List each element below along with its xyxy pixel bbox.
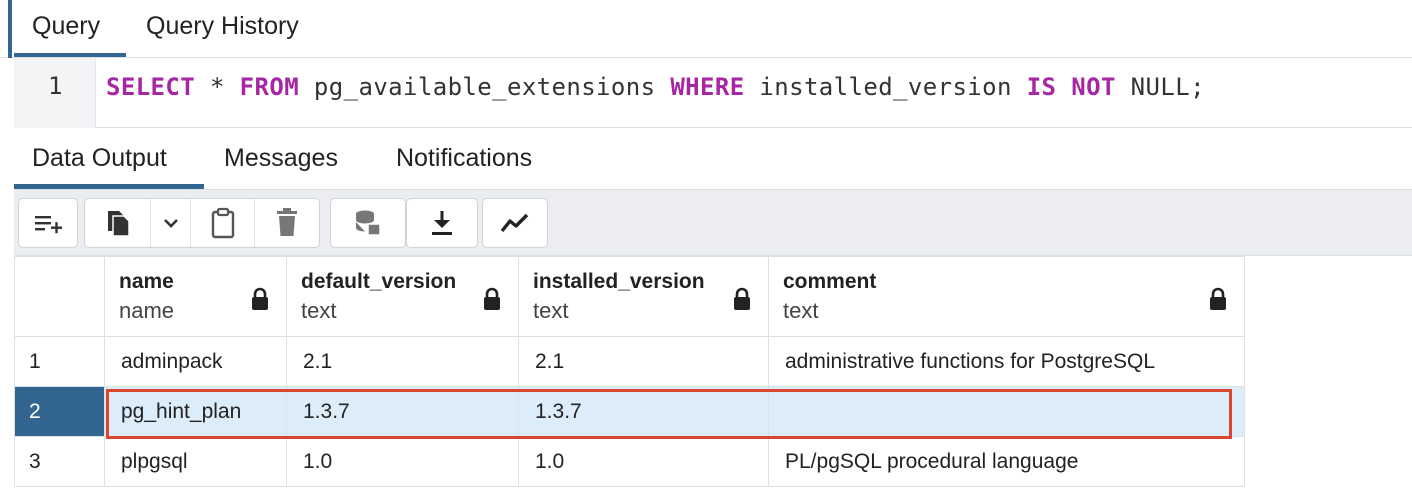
keyword-not: NOT	[1071, 73, 1116, 101]
column-header-name[interactable]: name name	[104, 256, 287, 337]
copy-options-dropdown[interactable]	[151, 199, 191, 247]
row-number-header[interactable]	[14, 256, 105, 337]
table-row[interactable]: 3 plpgsql 1.0 1.0 PL/pgSQL procedural la…	[14, 436, 1245, 487]
cell-installed-version[interactable]: 1.3.7	[518, 386, 769, 437]
copy-button[interactable]	[85, 199, 151, 247]
lock-icon	[252, 287, 268, 310]
lock-icon	[1210, 287, 1226, 310]
cell-name[interactable]: pg_hint_plan	[104, 386, 287, 437]
line-number: 1	[48, 72, 63, 100]
data-output-grid: name name default_version text installed…	[14, 256, 1412, 494]
download-icon	[430, 209, 454, 237]
save-data-icon	[353, 209, 383, 237]
lock-icon	[484, 287, 500, 310]
table-row-selected[interactable]: 2 pg_hint_plan 1.3.7 1.3.7	[14, 386, 1245, 437]
cell-default-version[interactable]: 1.3.7	[286, 386, 519, 437]
column-header-default-version[interactable]: default_version text	[286, 256, 519, 337]
code-star: *	[195, 73, 240, 101]
cell-name[interactable]: plpgsql	[104, 436, 287, 487]
column-type: text	[783, 297, 819, 323]
cell-comment[interactable]	[768, 386, 1245, 437]
keyword-is: IS	[1026, 73, 1057, 101]
cell-default-version[interactable]: 2.1	[286, 336, 519, 387]
tab-notifications[interactable]: Notifications	[396, 142, 532, 174]
graph-icon	[500, 212, 530, 234]
editor-gutter: 1	[14, 58, 96, 128]
panel-accent-bar	[8, 0, 12, 58]
cell-comment[interactable]: PL/pgSQL procedural language	[768, 436, 1245, 487]
lock-icon	[734, 287, 750, 310]
chevron-down-icon	[162, 217, 180, 229]
add-row-icon	[33, 211, 63, 235]
keyword-from: FROM	[239, 73, 300, 101]
delete-row-button[interactable]	[255, 199, 319, 247]
save-data-button[interactable]	[331, 199, 405, 247]
toolbar-group-save	[330, 198, 406, 248]
keyword-select: SELECT	[106, 73, 196, 101]
row-number[interactable]: 1	[14, 336, 105, 387]
cell-installed-version[interactable]: 1.0	[518, 436, 769, 487]
column-type: text	[301, 297, 337, 323]
sql-editor[interactable]: 1 SELECT * FROM pg_available_extensions …	[14, 58, 1412, 128]
toolbar-group-download	[406, 198, 478, 248]
sql-code-line[interactable]: SELECT * FROM pg_available_extensions WH…	[106, 73, 1205, 101]
row-number[interactable]: 2	[14, 386, 105, 437]
tab-messages[interactable]: Messages	[224, 142, 338, 174]
graph-visualiser-button[interactable]	[483, 199, 547, 247]
copy-icon	[105, 208, 131, 238]
output-tab-bar: Data Output Messages Notifications	[14, 128, 1412, 190]
query-tab-bar: Query Query History	[0, 0, 1412, 58]
data-toolbar	[14, 190, 1412, 256]
cell-default-version[interactable]: 1.0	[286, 436, 519, 487]
cell-installed-version[interactable]: 2.1	[518, 336, 769, 387]
tab-query-history[interactable]: Query History	[146, 10, 299, 50]
column-name: default_version	[301, 269, 457, 293]
active-tab-indicator	[14, 53, 126, 57]
toolbar-group-graph	[482, 198, 548, 248]
add-row-button[interactable]	[19, 199, 77, 247]
result-table: name name default_version text installed…	[14, 256, 1245, 487]
column-header-comment[interactable]: comment text	[768, 256, 1245, 337]
toolbar-group-clipboard	[84, 198, 320, 248]
toolbar-group-rows	[18, 198, 78, 248]
table-header-row: name name default_version text installed…	[14, 256, 1245, 337]
code-column: installed_version	[744, 73, 1027, 101]
cell-name[interactable]: adminpack	[104, 336, 287, 387]
keyword-where: WHERE	[670, 73, 745, 101]
cell-comment[interactable]: administrative functions for PostgreSQL	[768, 336, 1245, 387]
table-row[interactable]: 1 adminpack 2.1 2.1 administrative funct…	[14, 336, 1245, 387]
code-table: pg_available_extensions	[299, 73, 671, 101]
tab-query[interactable]: Query	[32, 10, 100, 50]
column-name: installed_version	[533, 269, 705, 293]
row-number[interactable]: 3	[14, 436, 105, 487]
delete-icon	[275, 208, 299, 238]
column-name: comment	[783, 269, 877, 293]
paste-button[interactable]	[191, 199, 255, 247]
code-null: NULL;	[1115, 73, 1205, 101]
column-type: text	[533, 297, 569, 323]
paste-icon	[210, 207, 236, 239]
download-button[interactable]	[407, 199, 477, 247]
tab-data-output[interactable]: Data Output	[32, 142, 167, 174]
column-header-installed-version[interactable]: installed_version text	[518, 256, 769, 337]
active-output-tab-indicator	[14, 184, 204, 189]
